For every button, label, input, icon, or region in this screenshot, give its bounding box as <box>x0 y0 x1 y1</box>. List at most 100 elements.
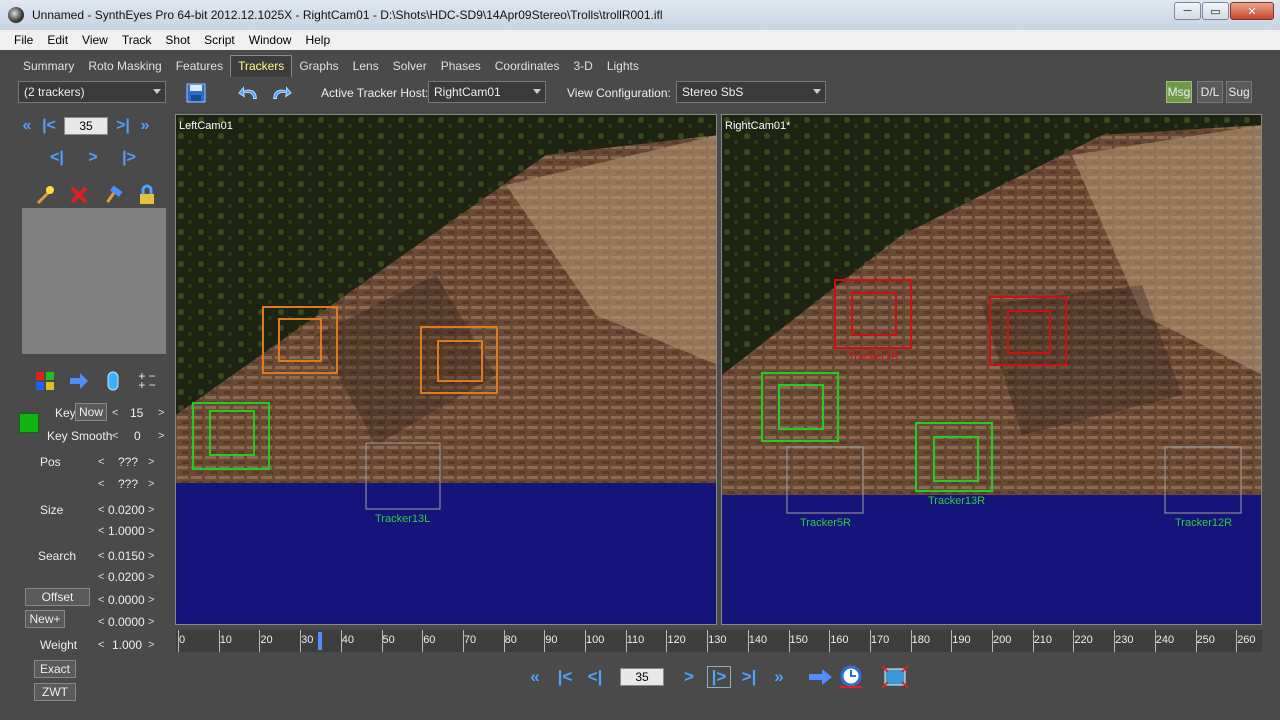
tracker-color-swatch[interactable] <box>19 413 39 433</box>
maximize-button[interactable]: ▭ <box>1202 2 1229 20</box>
menu-edit[interactable]: Edit <box>41 33 74 47</box>
color-grid-icon[interactable] <box>34 370 56 392</box>
offset-2-increment[interactable]: > <box>148 616 154 628</box>
search-2-increment[interactable]: > <box>148 571 154 583</box>
offset-1-value[interactable]: 0.0000 <box>108 593 145 607</box>
size-2-value[interactable]: 1.0000 <box>108 524 145 538</box>
rewind-icon[interactable]: « <box>520 664 550 690</box>
tab-lens[interactable]: Lens <box>346 59 386 77</box>
timeline-scrubber[interactable]: 0 10 20 30 40 50 60 70 80 90 100 110 120 130 140 150 160… <box>176 630 1262 652</box>
menu-script[interactable]: Script <box>198 33 241 47</box>
tab-graphs[interactable]: Graphs <box>292 59 345 77</box>
timeline-playhead[interactable] <box>318 632 323 650</box>
offset-2-value[interactable]: 0.0000 <box>108 615 145 629</box>
tracker-label[interactable]: Tracker13L <box>375 513 430 525</box>
tracker-label[interactable]: Tracker12R <box>1175 517 1232 529</box>
search-1-increment[interactable]: > <box>148 550 154 562</box>
menu-view[interactable]: View <box>76 33 114 47</box>
zwt-button[interactable]: ZWT <box>34 683 76 701</box>
size-1-increment[interactable]: > <box>148 504 154 516</box>
offset-button[interactable]: Offset <box>25 588 90 606</box>
tab-coordinates[interactable]: Coordinates <box>488 59 567 77</box>
size-2-decrement[interactable]: < <box>98 525 104 537</box>
fast-forward-icon[interactable]: » <box>764 664 794 690</box>
tab-roto-masking[interactable]: Roto Masking <box>81 59 168 77</box>
dl-button[interactable]: D/L <box>1197 81 1223 103</box>
tracker-select-dropdown[interactable]: (2 trackers) <box>18 81 166 103</box>
pos-y-increment[interactable]: > <box>148 478 154 490</box>
last-frame-icon[interactable]: >| <box>112 116 134 136</box>
size-2-increment[interactable]: > <box>148 525 154 537</box>
menu-window[interactable]: Window <box>243 33 298 47</box>
new-plus-button[interactable]: New+ <box>25 610 65 628</box>
clock-icon[interactable] <box>836 664 866 690</box>
sug-button[interactable]: Sug <box>1226 81 1252 103</box>
key-decrement[interactable]: < <box>112 407 118 419</box>
active-host-dropdown[interactable]: RightCam01 <box>428 81 546 103</box>
menu-shot[interactable]: Shot <box>159 33 196 47</box>
tab-trackers[interactable]: Trackers <box>230 55 293 77</box>
arrow-right-icon[interactable] <box>68 370 90 392</box>
pos-x-increment[interactable]: > <box>148 456 154 468</box>
tracker-label[interactable]: Tracker13R <box>928 495 985 507</box>
play-icon[interactable]: > <box>674 664 704 690</box>
close-button[interactable]: ✕ <box>1230 2 1274 20</box>
key-value[interactable]: 15 <box>130 406 143 420</box>
pos-y-decrement[interactable]: < <box>98 478 104 490</box>
key-smooth-value[interactable]: 0 <box>134 429 141 443</box>
offset-1-increment[interactable]: > <box>148 594 154 606</box>
weight-increment[interactable]: > <box>148 639 154 651</box>
offset-2-decrement[interactable]: < <box>98 616 104 628</box>
next-key-icon[interactable]: |> <box>118 148 140 168</box>
delete-icon[interactable] <box>68 184 90 206</box>
key-smooth-decrement[interactable]: < <box>112 430 118 442</box>
plus-minus-icon[interactable]: + − + − <box>136 370 158 391</box>
view-config-dropdown[interactable]: Stereo SbS <box>676 81 826 103</box>
key-increment[interactable]: > <box>158 407 164 419</box>
redo-icon[interactable] <box>270 82 292 104</box>
exact-button[interactable]: Exact <box>34 660 76 678</box>
next-key-icon[interactable]: |> <box>707 666 731 688</box>
save-icon[interactable] <box>185 82 207 104</box>
last-frame-icon[interactable]: >| <box>734 664 764 690</box>
tracker-label[interactable]: Tracker7R <box>848 351 899 363</box>
tab-phases[interactable]: Phases <box>434 59 488 77</box>
search-2-decrement[interactable]: < <box>98 571 104 583</box>
frame-number-input[interactable]: 35 <box>64 117 108 135</box>
fit-view-icon[interactable] <box>880 664 910 690</box>
pos-y-value[interactable]: ??? <box>118 477 138 491</box>
size-1-decrement[interactable]: < <box>98 504 104 516</box>
prev-key-icon[interactable]: <| <box>580 664 610 690</box>
lock-icon[interactable] <box>136 184 158 206</box>
search-1-value[interactable]: 0.0150 <box>108 549 145 563</box>
tab-lights[interactable]: Lights <box>600 59 646 77</box>
hammer-icon[interactable] <box>102 184 124 206</box>
weight-decrement[interactable]: < <box>98 639 104 651</box>
capsule-icon[interactable] <box>102 370 124 392</box>
first-frame-icon[interactable]: |< <box>550 664 580 690</box>
arrow-right-icon[interactable] <box>806 664 836 690</box>
prev-key-icon[interactable]: <| <box>46 148 68 168</box>
menu-help[interactable]: Help <box>299 33 336 47</box>
size-1-value[interactable]: 0.0200 <box>108 503 145 517</box>
menu-file[interactable]: File <box>8 33 39 47</box>
offset-1-decrement[interactable]: < <box>98 594 104 606</box>
search-1-decrement[interactable]: < <box>98 550 104 562</box>
left-camera-viewport[interactable]: LeftCam01 Tracker13L <box>175 114 717 625</box>
msg-button[interactable]: Msg <box>1166 81 1192 103</box>
play-icon[interactable]: > <box>82 148 104 168</box>
tracker-label[interactable]: Tracker5R <box>800 517 851 529</box>
first-frame-icon[interactable]: |< <box>38 116 60 136</box>
tab-summary[interactable]: Summary <box>16 59 81 77</box>
weight-value[interactable]: 1.000 <box>112 638 142 652</box>
magic-wand-icon[interactable] <box>34 184 56 206</box>
tab-solver[interactable]: Solver <box>386 59 434 77</box>
tab-features[interactable]: Features <box>169 59 230 77</box>
right-camera-viewport[interactable]: RightCam01* Tracker7R Tracker5R Tracker1… <box>721 114 1262 625</box>
minimize-button[interactable]: ─ <box>1174 2 1201 20</box>
tab-3d[interactable]: 3-D <box>566 59 599 77</box>
key-smooth-increment[interactable]: > <box>158 430 164 442</box>
menu-track[interactable]: Track <box>116 33 158 47</box>
pos-x-value[interactable]: ??? <box>118 455 138 469</box>
fast-forward-icon[interactable]: » <box>134 116 156 136</box>
